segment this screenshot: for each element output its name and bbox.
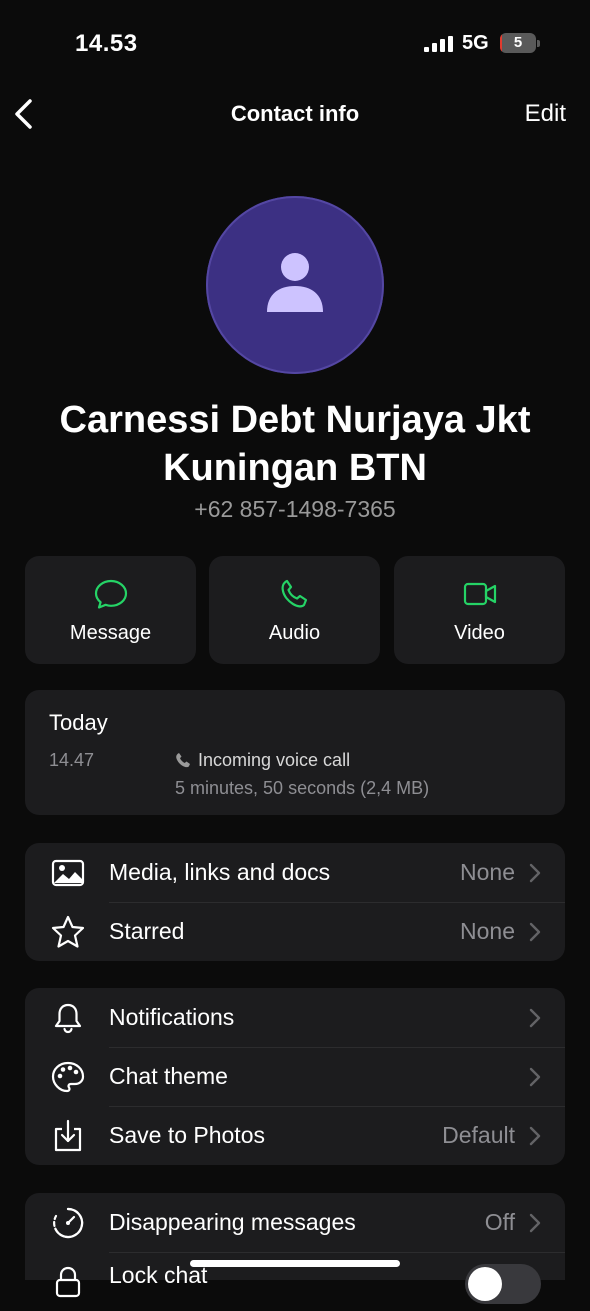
star-icon [51, 915, 85, 948]
call-type: Incoming voice call [198, 750, 351, 770]
starred-label: Starred [109, 918, 185, 944]
battery-indicator: 5 [500, 33, 536, 53]
audio-call-button[interactable]: Audio [209, 556, 380, 664]
chat-theme-label: Chat theme [109, 1063, 228, 1089]
home-indicator[interactable] [190, 1260, 400, 1267]
message-button[interactable]: Message [25, 556, 196, 664]
message-icon [94, 579, 128, 609]
timer-icon [53, 1207, 84, 1239]
download-icon [54, 1119, 82, 1152]
save-to-photos-label: Save to Photos [109, 1122, 265, 1148]
chevron-right-icon [529, 1008, 541, 1028]
contact-phone: +62 857-1498-7365 [194, 496, 396, 522]
starred-value: None [460, 918, 515, 944]
notifications-label: Notifications [109, 1004, 235, 1030]
bell-icon [54, 1003, 82, 1034]
chevron-right-icon [529, 863, 541, 883]
contact-name: Carnessi Debt Nurjaya Jkt Kuningan BTN [59, 399, 531, 489]
chevron-right-icon [529, 1067, 541, 1087]
palette-icon [51, 1061, 85, 1093]
media-links-docs-row[interactable]: Media, links and docs None [25, 843, 565, 902]
call-duration: 5 minutes, 50 seconds (2,4 MB) [175, 778, 430, 798]
page-title: Contact info [230, 101, 360, 126]
starred-row[interactable]: Starred None [25, 902, 565, 961]
lock-icon [55, 1266, 81, 1298]
save-to-photos-value: Default [442, 1122, 515, 1148]
notifications-row[interactable]: Notifications [25, 988, 565, 1047]
signal-icon [424, 36, 453, 52]
call-history-card: Today 14.47 Incoming voice call 5 minute… [25, 690, 565, 815]
status-time: 14.53 [75, 30, 138, 57]
avatar[interactable] [206, 196, 384, 374]
incoming-call-icon [176, 753, 190, 768]
toggle-knob [468, 1267, 502, 1301]
video-button-label: Video [454, 622, 505, 644]
video-icon [463, 582, 497, 606]
settings-group: Notifications Chat theme Save to Photos … [25, 988, 565, 1165]
battery-tip [537, 40, 540, 47]
disappearing-messages-value: Off [484, 1209, 515, 1235]
media-value: None [460, 859, 515, 885]
media-label: Media, links and docs [109, 859, 331, 885]
chevron-right-icon [529, 1213, 541, 1233]
save-to-photos-row[interactable]: Save to Photos Default [25, 1106, 565, 1165]
battery-level: 5 [513, 34, 523, 51]
lock-chat-toggle[interactable] [465, 1264, 541, 1304]
phone-icon [281, 579, 308, 608]
call-date-heading: Today [49, 710, 108, 735]
media-starred-group: Media, links and docs None Starred None [25, 843, 565, 961]
edit-button[interactable]: Edit [525, 100, 566, 128]
chevron-right-icon [529, 922, 541, 942]
video-call-button[interactable]: Video [394, 556, 565, 664]
disappearing-messages-row[interactable]: Disappearing messages Off [25, 1193, 565, 1252]
image-icon [51, 859, 85, 887]
chat-theme-row[interactable]: Chat theme [25, 1047, 565, 1106]
network-type: 5G [462, 32, 489, 54]
disappearing-messages-label: Disappearing messages [109, 1209, 356, 1235]
chevron-right-icon [529, 1126, 541, 1146]
person-icon [267, 253, 323, 312]
call-time: 14.47 [49, 750, 95, 770]
message-button-label: Message [69, 622, 152, 644]
audio-button-label: Audio [268, 622, 321, 644]
